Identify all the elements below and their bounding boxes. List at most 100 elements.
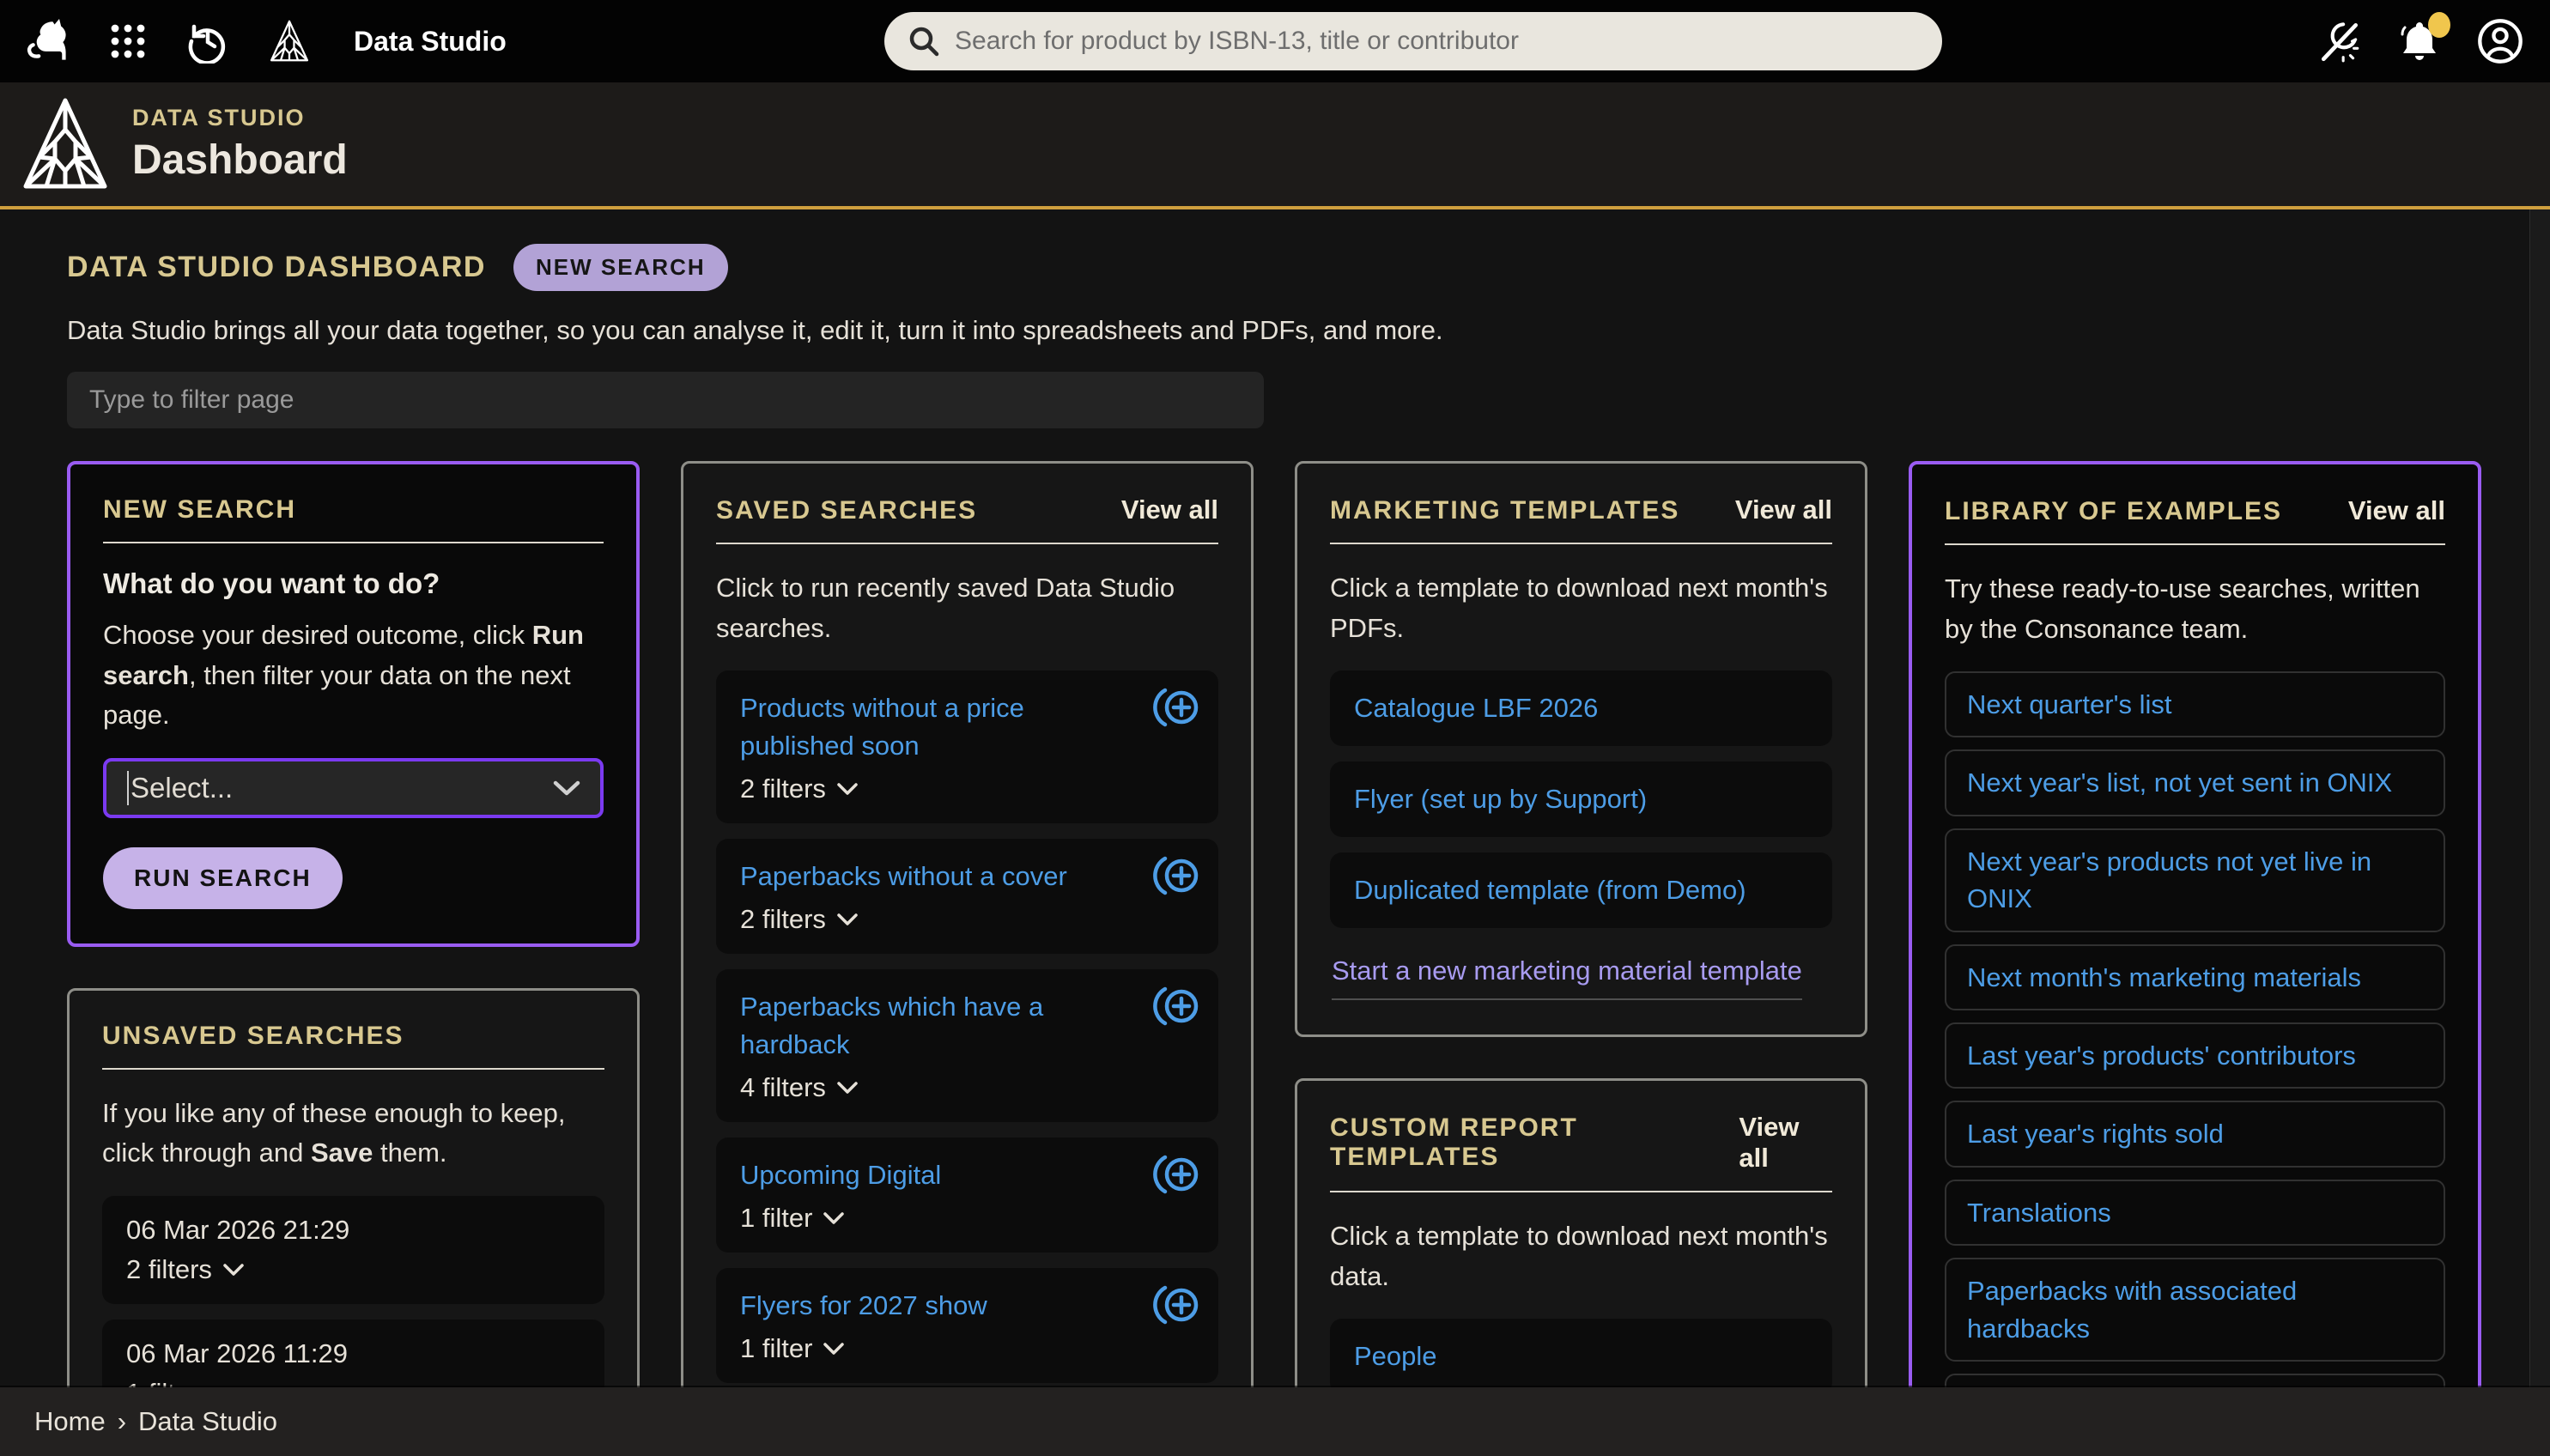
- library-intro: Try these ready-to-use searches, written…: [1945, 569, 2445, 649]
- saved-search-link[interactable]: Paperbacks without a cover: [740, 858, 1194, 895]
- new-search-card-title: NEW SEARCH: [103, 495, 296, 525]
- unsaved-searches-intro: If you like any of these enough to keep,…: [102, 1094, 604, 1174]
- custom-report-templates-title: CUSTOM REPORT TEMPLATES: [1330, 1113, 1739, 1172]
- app-header: DATA STUDIO Dashboard: [0, 82, 2550, 209]
- example-search-link[interactable]: Paperbacks with associated hardbacks: [1967, 1272, 2423, 1347]
- template-link[interactable]: Duplicated template (from Demo): [1354, 871, 1808, 909]
- run-and-add-icon[interactable]: [1153, 854, 1201, 897]
- saved-search-item[interactable]: Upcoming Digital 1 filter: [716, 1138, 1218, 1253]
- saved-search-link[interactable]: Upcoming Digital: [740, 1156, 1194, 1194]
- example-search-link[interactable]: Last year's rights sold: [1967, 1115, 2423, 1152]
- dashboard-intro: Data Studio brings all your data togethe…: [67, 315, 2483, 346]
- topbar: Data Studio: [0, 0, 2550, 82]
- filters-toggle[interactable]: 1 filter: [740, 1203, 1194, 1234]
- template-link[interactable]: Flyer (set up by Support): [1354, 780, 1808, 818]
- library-view-all[interactable]: View all: [2348, 495, 2445, 526]
- marketing-templates-intro: Click a template to download next month'…: [1330, 568, 1832, 648]
- saved-searches-title: SAVED SEARCHES: [716, 496, 977, 525]
- outcome-select-value: Select...: [131, 772, 233, 804]
- breadcrumb-home-link[interactable]: Home: [34, 1406, 106, 1437]
- run-and-add-icon[interactable]: [1153, 1153, 1201, 1196]
- saved-search-item[interactable]: Products without a price published soon …: [716, 670, 1218, 823]
- saved-search-item[interactable]: Flyers for 2027 show 1 filter: [716, 1268, 1218, 1383]
- template-item[interactable]: People: [1330, 1319, 1832, 1394]
- custom-report-templates-view-all[interactable]: View all: [1739, 1112, 1832, 1174]
- filters-toggle[interactable]: 4 filters: [740, 1072, 1194, 1103]
- example-search-item[interactable]: Next month's marketing materials: [1945, 944, 2445, 1010]
- run-search-button[interactable]: RUN SEARCH: [103, 847, 343, 909]
- template-item[interactable]: Flyer (set up by Support): [1330, 761, 1832, 837]
- saved-search-item[interactable]: Paperbacks without a cover 2 filters: [716, 839, 1218, 954]
- filters-toggle[interactable]: 2 filters: [740, 904, 1194, 935]
- breadcrumb-current: Data Studio: [138, 1406, 277, 1437]
- account-icon[interactable]: [2476, 17, 2524, 65]
- template-item[interactable]: Catalogue LBF 2026: [1330, 670, 1832, 746]
- chevron-down-icon: [823, 1342, 845, 1356]
- chevron-down-icon: [836, 782, 859, 796]
- filters-toggle[interactable]: 1 filter: [740, 1333, 1194, 1364]
- marketing-templates-title: MARKETING TEMPLATES: [1330, 496, 1679, 525]
- breadcrumb: Home › Data Studio: [0, 1387, 2550, 1456]
- template-link[interactable]: People: [1354, 1338, 1808, 1375]
- unsaved-search-date[interactable]: 06 Mar 2026 11:29: [126, 1338, 348, 1368]
- new-search-card: NEW SEARCH What do you want to do? Choos…: [67, 461, 640, 947]
- start-marketing-template-link[interactable]: Start a new marketing material template: [1332, 956, 1802, 1000]
- new-search-badge[interactable]: NEW SEARCH: [513, 244, 728, 291]
- text-cursor: [127, 771, 129, 805]
- main-content: DATA STUDIO DASHBOARD NEW SEARCH Data St…: [0, 209, 2550, 1456]
- notification-dot: [2428, 12, 2450, 38]
- chevron-down-icon: [823, 1211, 845, 1225]
- example-search-item[interactable]: Next year's list, not yet sent in ONIX: [1945, 749, 2445, 816]
- saved-search-link[interactable]: Products without a price published soon: [740, 689, 1194, 765]
- unsaved-searches-title: UNSAVED SEARCHES: [102, 1022, 404, 1051]
- run-and-add-icon[interactable]: [1153, 1283, 1201, 1326]
- example-search-link[interactable]: Next year's products not yet live in ONI…: [1967, 843, 2423, 918]
- custom-report-templates-intro: Click a template to download next month'…: [1330, 1216, 1832, 1296]
- saved-search-item[interactable]: Paperbacks which have a hardback 4 filte…: [716, 969, 1218, 1122]
- saved-searches-intro: Click to run recently saved Data Studio …: [716, 568, 1218, 648]
- page-filter-input[interactable]: [67, 372, 1264, 428]
- example-search-item[interactable]: Next quarter's list: [1945, 671, 2445, 737]
- example-search-item[interactable]: Translations: [1945, 1180, 2445, 1246]
- example-search-link[interactable]: Next month's marketing materials: [1967, 959, 2423, 996]
- example-search-link[interactable]: Translations: [1967, 1194, 2423, 1231]
- example-search-link[interactable]: Next year's list, not yet sent in ONIX: [1967, 764, 2423, 801]
- chevron-down-icon: [222, 1263, 245, 1277]
- saved-searches-card: SAVED SEARCHES View all Click to run rec…: [681, 461, 1254, 1435]
- filters-toggle[interactable]: 2 filters: [740, 774, 1194, 804]
- page-title: Dashboard: [132, 136, 348, 184]
- example-search-link[interactable]: Last year's products' contributors: [1967, 1037, 2423, 1074]
- scrollbar-gutter[interactable]: [2529, 0, 2550, 1456]
- library-of-examples-title: LIBRARY OF EXAMPLES: [1945, 497, 2282, 526]
- example-search-item[interactable]: Next year's products not yet live in ONI…: [1945, 828, 2445, 932]
- filters-toggle[interactable]: 2 filters: [126, 1254, 580, 1285]
- example-search-item[interactable]: Paperbacks with associated hardbacks: [1945, 1258, 2445, 1362]
- breadcrumb-separator: ›: [118, 1406, 126, 1437]
- app-title: Data Studio: [354, 26, 507, 58]
- history-icon[interactable]: [185, 19, 230, 64]
- theme-toggle-icon[interactable]: [2316, 18, 2363, 64]
- unsaved-search-date[interactable]: 06 Mar 2026 21:29: [126, 1215, 349, 1245]
- cat-icon[interactable]: [26, 19, 70, 64]
- library-of-examples-card: LIBRARY OF EXAMPLES View all Try these r…: [1909, 461, 2481, 1456]
- header-logo-icon: [22, 94, 108, 194]
- run-and-add-icon[interactable]: [1153, 985, 1201, 1028]
- product-search-input[interactable]: [955, 27, 1920, 56]
- example-search-item[interactable]: Last year's rights sold: [1945, 1101, 2445, 1167]
- saved-searches-view-all[interactable]: View all: [1121, 494, 1218, 525]
- apps-grid-icon[interactable]: [108, 21, 148, 61]
- chevron-down-icon: [836, 1081, 859, 1095]
- saved-search-link[interactable]: Flyers for 2027 show: [740, 1287, 1194, 1325]
- template-link[interactable]: Catalogue LBF 2026: [1354, 689, 1808, 727]
- header-eyebrow: DATA STUDIO: [132, 105, 348, 131]
- example-search-item[interactable]: Last year's products' contributors: [1945, 1022, 2445, 1089]
- product-search[interactable]: [884, 12, 1942, 70]
- marketing-templates-view-all[interactable]: View all: [1735, 494, 1832, 525]
- unsaved-search-item[interactable]: 06 Mar 2026 21:29 2 filters: [102, 1196, 604, 1304]
- template-item[interactable]: Duplicated template (from Demo): [1330, 852, 1832, 928]
- saved-search-link[interactable]: Paperbacks which have a hardback: [740, 988, 1194, 1064]
- outcome-select[interactable]: Select...: [103, 758, 604, 818]
- new-search-instructions: Choose your desired outcome, click Run s…: [103, 616, 604, 736]
- run-and-add-icon[interactable]: [1153, 686, 1201, 729]
- example-search-link[interactable]: Next quarter's list: [1967, 686, 2423, 723]
